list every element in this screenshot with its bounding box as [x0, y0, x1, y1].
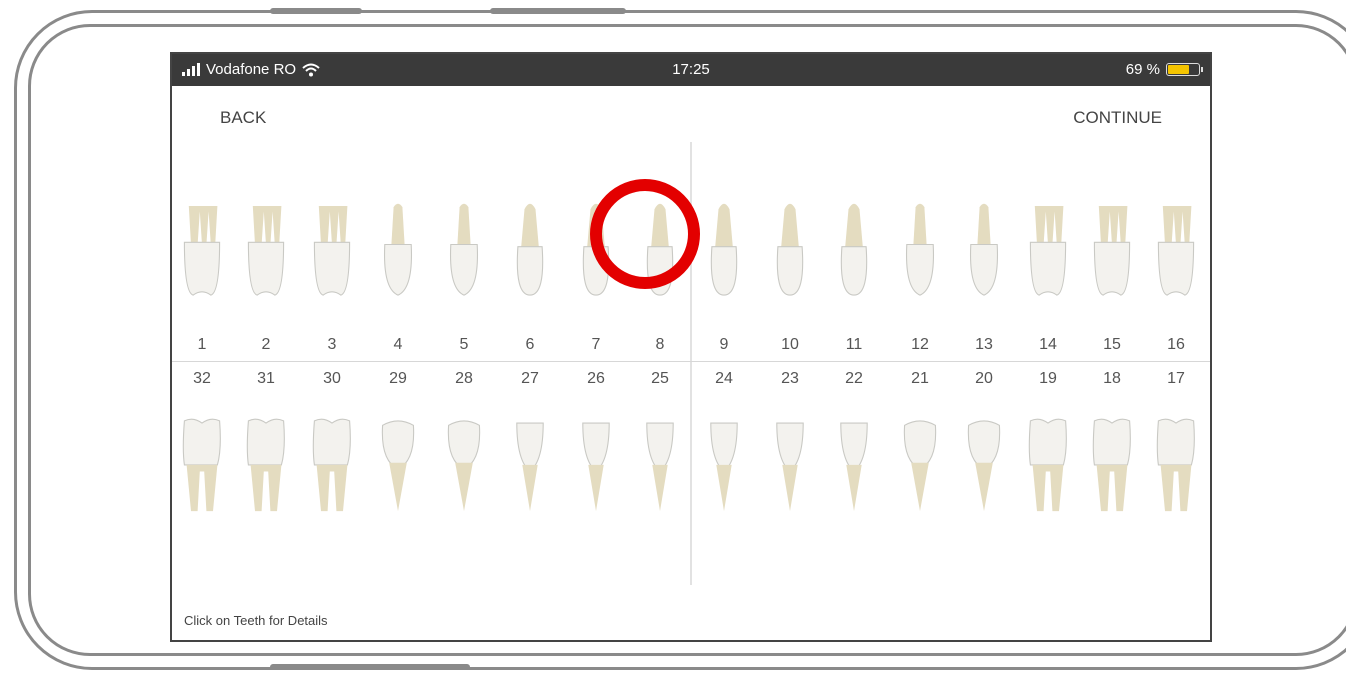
lower-tooth-number: 22: [845, 370, 863, 387]
upper-tooth-number: 10: [781, 336, 799, 353]
upper-tooth-number: 14: [1039, 336, 1057, 353]
battery-percent: 69 %: [1125, 61, 1160, 78]
arch-divider: [172, 361, 1210, 362]
lower-tooth-17[interactable]: [1154, 416, 1198, 516]
upper-tooth-number: 7: [591, 336, 601, 353]
upper-tooth-number: 4: [393, 336, 403, 353]
lower-tooth-number: 18: [1103, 370, 1121, 387]
upper-tooth-10[interactable]: [768, 194, 812, 306]
lower-tooth-number: 32: [193, 370, 211, 387]
lower-tooth-21[interactable]: [898, 416, 942, 516]
midline-divider: [690, 142, 692, 585]
lower-tooth-number: 30: [323, 370, 341, 387]
volume-button: [270, 8, 362, 14]
upper-tooth-15[interactable]: [1090, 194, 1134, 306]
upper-tooth-6[interactable]: [508, 194, 552, 306]
bottom-button: [270, 664, 470, 670]
upper-tooth-16[interactable]: [1154, 194, 1198, 306]
upper-tooth-number: 15: [1103, 336, 1121, 353]
lower-tooth-25[interactable]: [638, 416, 682, 516]
lower-tooth-32[interactable]: [180, 416, 224, 516]
upper-tooth-7[interactable]: [574, 194, 618, 306]
status-time: 17:25: [672, 61, 710, 78]
battery-icon: [1166, 63, 1203, 76]
lower-tooth-18[interactable]: [1090, 416, 1134, 516]
upper-tooth-number: 8: [655, 336, 665, 353]
lower-tooth-28[interactable]: [442, 416, 486, 516]
upper-tooth-number: 13: [975, 336, 993, 353]
status-bar: Vodafone RO 17:25 69 %: [172, 54, 1210, 86]
upper-tooth-number: 1: [197, 336, 207, 353]
upper-tooth-2[interactable]: [244, 194, 288, 306]
lower-tooth-number: 21: [911, 370, 929, 387]
upper-tooth-11[interactable]: [832, 194, 876, 306]
lower-tooth-29[interactable]: [376, 416, 420, 516]
lower-tooth-number: 28: [455, 370, 473, 387]
lower-tooth-23[interactable]: [768, 416, 812, 516]
upper-tooth-number: 5: [459, 336, 469, 353]
details-hint: Click on Teeth for Details: [184, 613, 328, 628]
lower-tooth-number: 29: [389, 370, 407, 387]
upper-tooth-number: 2: [261, 336, 271, 353]
lower-tooth-22[interactable]: [832, 416, 876, 516]
upper-tooth-8[interactable]: [638, 194, 682, 306]
lower-tooth-20[interactable]: [962, 416, 1006, 516]
phone-screen: Vodafone RO 17:25 69 % BACK CONTINUE 123…: [170, 52, 1212, 642]
upper-tooth-12[interactable]: [898, 194, 942, 306]
lower-tooth-number: 24: [715, 370, 733, 387]
lower-tooth-number: 26: [587, 370, 605, 387]
lower-tooth-number: 31: [257, 370, 275, 387]
lower-tooth-number: 23: [781, 370, 799, 387]
lower-tooth-19[interactable]: [1026, 416, 1070, 516]
lower-tooth-number: 20: [975, 370, 993, 387]
back-button[interactable]: BACK: [220, 108, 266, 128]
side-button: [490, 8, 626, 14]
lower-tooth-31[interactable]: [244, 416, 288, 516]
upper-tooth-number: 6: [525, 336, 535, 353]
upper-tooth-13[interactable]: [962, 194, 1006, 306]
upper-tooth-3[interactable]: [310, 194, 354, 306]
lower-tooth-number: 27: [521, 370, 539, 387]
continue-button[interactable]: CONTINUE: [1073, 108, 1162, 128]
lower-tooth-26[interactable]: [574, 416, 618, 516]
upper-tooth-9[interactable]: [702, 194, 746, 306]
upper-tooth-4[interactable]: [376, 194, 420, 306]
upper-tooth-5[interactable]: [442, 194, 486, 306]
upper-tooth-number: 16: [1167, 336, 1185, 353]
status-right: 69 %: [1125, 61, 1203, 78]
lower-tooth-number: 17: [1167, 370, 1185, 387]
upper-tooth-number: 11: [845, 336, 863, 353]
upper-tooth-number: 3: [327, 336, 337, 353]
lower-tooth-27[interactable]: [508, 416, 552, 516]
upper-tooth-number: 12: [911, 336, 929, 353]
upper-tooth-14[interactable]: [1026, 194, 1070, 306]
battery-fill: [1168, 65, 1189, 74]
lower-tooth-number: 19: [1039, 370, 1057, 387]
upper-tooth-1[interactable]: [180, 194, 224, 306]
lower-tooth-30[interactable]: [310, 416, 354, 516]
lower-tooth-24[interactable]: [702, 416, 746, 516]
upper-tooth-number: 9: [719, 336, 729, 353]
lower-tooth-number: 25: [651, 370, 669, 387]
